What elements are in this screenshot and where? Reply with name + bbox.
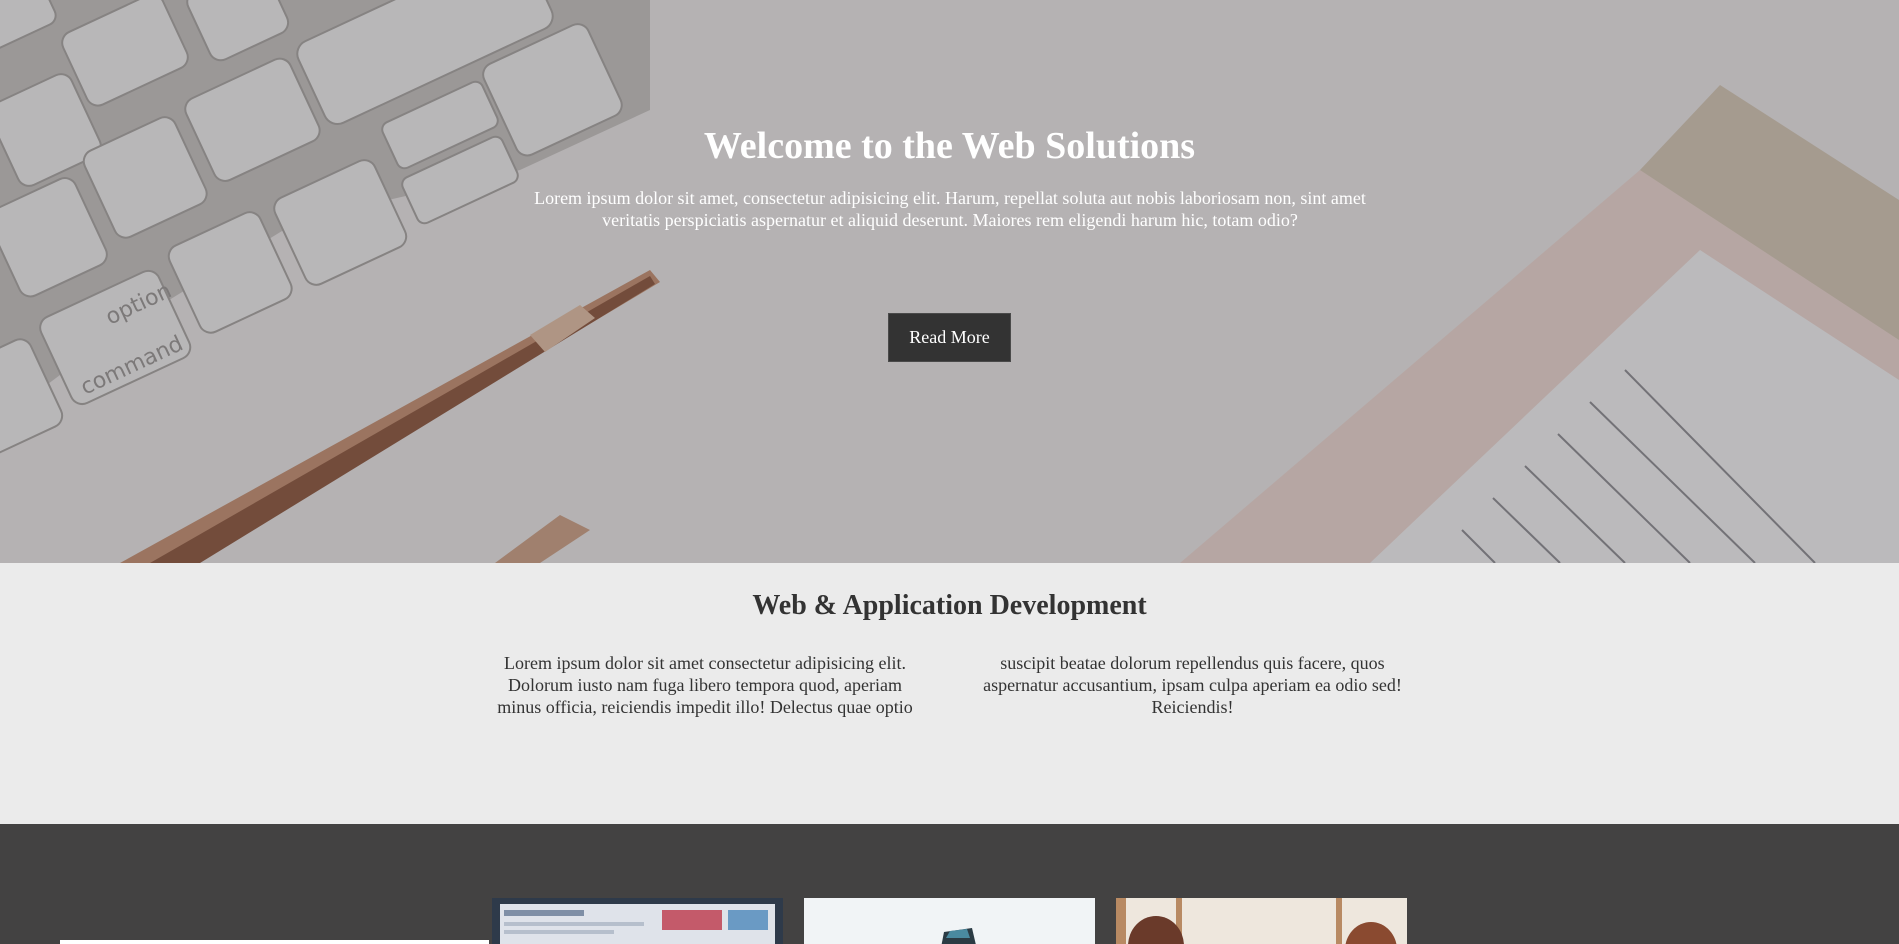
services-text-column-1: Lorem ipsum dolor sit amet consectetur a… — [497, 653, 913, 717]
services-title: Web & Application Development — [752, 590, 1147, 621]
hero-section: option command Welcome to the Web Soluti… — [0, 0, 1899, 563]
gallery-image-phone[interactable] — [804, 898, 1095, 944]
people-office-image — [1116, 898, 1407, 944]
phone-desk-image — [804, 898, 1095, 944]
services-section: Web & Application Development Lorem ipsu… — [0, 563, 1899, 824]
services-text-column-2: suscipit beatae dolorum repellendus quis… — [983, 653, 1402, 717]
hero-content: Welcome to the Web Solutions Lorem ipsum… — [0, 0, 1899, 563]
hero-title: Welcome to the Web Solutions — [703, 125, 1196, 167]
gallery-image-people[interactable] — [1116, 898, 1407, 944]
gallery-image-monitor[interactable] — [492, 898, 783, 944]
gallery-scroll-indicator — [60, 940, 489, 944]
gallery-section — [0, 824, 1899, 944]
read-more-button[interactable]: Read More — [888, 313, 1011, 362]
monitor-screen-image — [492, 898, 783, 944]
hero-description: Lorem ipsum dolor sit amet, consectetur … — [534, 188, 1366, 230]
